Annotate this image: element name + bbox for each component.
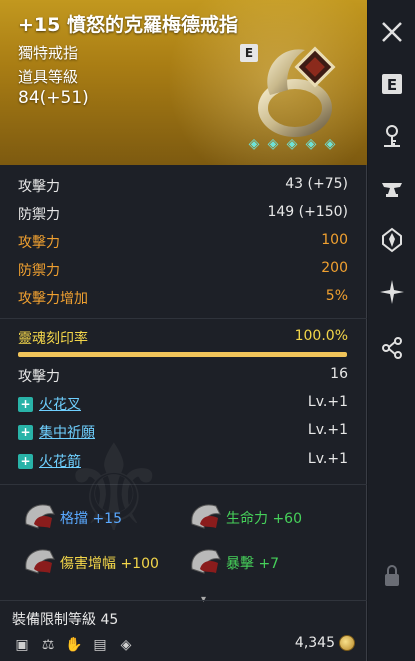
stat-label: 攻擊力增加 [18, 291, 88, 307]
sparkle-icon [379, 280, 404, 304]
soul-imprint-label: 靈魂刻印率 [18, 331, 88, 347]
gem-icon: ◈ [324, 136, 336, 152]
enchant-value: +100 [120, 556, 159, 572]
attack-row: 攻擊力 16 [18, 366, 348, 388]
enchant-text: 傷害增幅 +100 [60, 553, 159, 573]
helmet-icon [191, 549, 221, 574]
lock-icon [384, 565, 399, 586]
stat-value: 100 [321, 232, 348, 248]
gem-icon: ◈ [248, 136, 260, 152]
equip-level-limit: 裝備限制等級 45 [12, 612, 119, 628]
enchant-name: 生命力 [226, 511, 268, 527]
enchant-text: 生命力 +60 [226, 508, 302, 528]
share-button[interactable] [368, 326, 415, 370]
divider [0, 318, 367, 319]
stat-value: 149 (+150) [267, 204, 348, 220]
close-button[interactable] [368, 10, 415, 54]
gold-coin-icon [339, 635, 355, 651]
hand-icon: ✋ [65, 637, 83, 653]
enchant-value: +60 [272, 511, 302, 527]
stat-row: 攻擊力 43 (+75) [18, 176, 348, 198]
stat-row: 防禦力 149 (+150) [18, 204, 348, 226]
tooltip-footer: 裝備限制等級 45 ▣ ⚖ ✋ ▤ ◈ 4,345 [0, 600, 367, 661]
soul-imprint-bar-fill [18, 352, 347, 357]
e-key-button[interactable]: E [368, 62, 415, 106]
book-icon: ▤ [93, 637, 107, 653]
gem-icon: ◈ [286, 136, 298, 152]
plus-skill-icon: + [18, 454, 33, 469]
item-title: +15 憤怒的克羅梅德戒指 [18, 14, 238, 36]
gem-icon: ◈ [305, 136, 317, 152]
lock-button[interactable] [368, 554, 415, 598]
enchant-name: 格擋 [60, 511, 88, 527]
stat-row: 防禦力 200 [18, 260, 348, 282]
enchant-text: 格擋 +15 [60, 508, 122, 528]
item-level-value: 84(+51) [18, 88, 89, 108]
stat-label: 攻擊力 [18, 235, 60, 251]
stat-label: 防禦力 [18, 263, 60, 279]
sword-button[interactable] [368, 218, 415, 262]
anvil-icon [381, 183, 402, 197]
skill-level: Lv.+1 [307, 394, 348, 410]
stat-row: 攻擊力增加 5% [18, 288, 348, 310]
diamond-icon: ◈ [120, 637, 132, 653]
sell-price: 4,345 [295, 635, 355, 651]
sparkle-button[interactable] [368, 270, 415, 314]
helmet-icon [25, 504, 55, 529]
soul-imprint-value: 100.0% [294, 328, 348, 344]
item-tooltip-card: +15 憤怒的克羅梅德戒指 獨特戒指 道具等級 84(+51) E ◈ ◈ ◈ … [0, 0, 367, 661]
enchant-item: 格擋 +15 [20, 498, 180, 538]
e-icon: E [381, 74, 402, 94]
enchant-text: 暴擊 +7 [226, 553, 279, 573]
soul-imprint-bar [18, 352, 347, 357]
enchant-value: +15 [92, 511, 122, 527]
anvil-button[interactable] [368, 166, 415, 210]
gem-icon: ◈ [267, 136, 279, 152]
stat-label: 攻擊力 [18, 179, 60, 195]
key-button[interactable] [368, 114, 415, 158]
skill-row[interactable]: + 火花叉 Lv.+1 [18, 394, 348, 416]
stat-row: 攻擊力 100 [18, 232, 348, 254]
plus-skill-icon: + [18, 425, 33, 440]
price-value: 4,345 [294, 635, 335, 651]
soul-imprint-row: 靈魂刻印率 100.0% [18, 328, 348, 350]
enchant-value: +7 [258, 556, 280, 572]
helmet-icon [25, 549, 55, 574]
item-type: 獨特戒指 [18, 44, 79, 62]
stat-value: 5% [325, 288, 348, 304]
item-level-label: 道具等級 [18, 68, 79, 86]
enchant-item: 生命力 +60 [186, 498, 346, 538]
box-icon: ▣ [15, 637, 29, 653]
enchant-name: 暴擊 [226, 556, 254, 572]
scale-icon: ⚖ [41, 637, 55, 653]
sword-icon [381, 227, 402, 253]
attack-value: 16 [330, 366, 348, 382]
skill-link[interactable]: 火花叉 [39, 394, 81, 414]
enchant-name: 傷害增幅 [60, 556, 116, 572]
svg-text:E: E [386, 76, 396, 94]
item-header: +15 憤怒的克羅梅德戒指 獨特戒指 道具等級 84(+51) E ◈ ◈ ◈ … [0, 0, 367, 165]
share-icon [381, 337, 402, 359]
gem-slots: ◈ ◈ ◈ ◈ ◈ [246, 136, 338, 152]
helmet-icon [191, 504, 221, 529]
close-icon [381, 22, 402, 42]
key-icon [383, 125, 400, 147]
skill-level: Lv.+1 [307, 451, 348, 467]
skill-level: Lv.+1 [307, 422, 348, 438]
stat-value: 200 [321, 260, 348, 276]
attack-label: 攻擊力 [18, 369, 60, 385]
enchant-item: 傷害增幅 +100 [20, 543, 190, 583]
plus-skill-icon: + [18, 397, 33, 412]
property-icons: ▣ ⚖ ✋ ▤ ◈ [12, 635, 136, 655]
enchant-item: 暴擊 +7 [186, 543, 346, 583]
action-sidebar: E [368, 0, 415, 661]
stat-value: 43 (+75) [285, 176, 348, 192]
ring-item-icon [258, 46, 336, 137]
stat-label: 防禦力 [18, 207, 60, 223]
